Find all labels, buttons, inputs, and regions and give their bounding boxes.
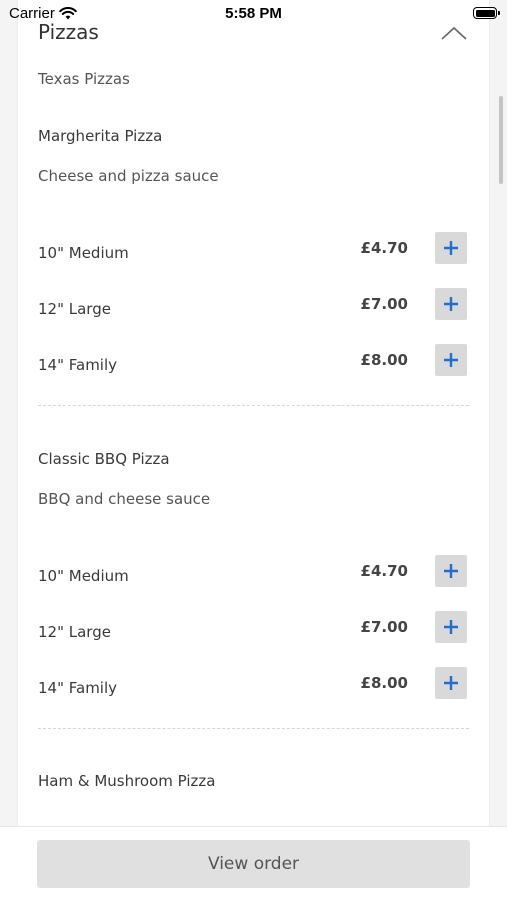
- size-price: £7.00: [360, 295, 408, 313]
- bottom-bar: View order: [0, 826, 507, 900]
- item-description: BBQ and cheese sauce: [38, 490, 211, 508]
- battery-icon: [473, 7, 500, 19]
- add-button[interactable]: [435, 555, 467, 587]
- plus-icon: [444, 564, 458, 578]
- plus-icon: [444, 676, 458, 690]
- add-button[interactable]: [435, 344, 467, 376]
- size-row: 14" Family £8.00: [38, 344, 469, 376]
- plus-icon: [444, 353, 458, 367]
- size-row: 10" Medium £4.70: [38, 555, 469, 587]
- add-button[interactable]: [435, 667, 467, 699]
- size-label: 10" Medium: [38, 567, 129, 585]
- plus-icon: [444, 297, 458, 311]
- clock: 5:58 PM: [225, 5, 282, 22]
- plus-icon: [444, 620, 458, 634]
- size-label: 10" Medium: [38, 244, 129, 262]
- add-button[interactable]: [435, 232, 467, 264]
- size-row: 10" Medium £4.70: [38, 232, 469, 264]
- size-price: £4.70: [360, 562, 408, 580]
- size-row: 14" Family £8.00: [38, 667, 469, 699]
- add-button[interactable]: [435, 288, 467, 320]
- menu-item: Margherita Pizza Cheese and pizza sauce: [38, 127, 469, 185]
- size-price: £7.00: [360, 618, 408, 636]
- add-button[interactable]: [435, 611, 467, 643]
- status-bar: Carrier 5:58 PM: [0, 0, 507, 28]
- size-row: 12" Large £7.00: [38, 288, 469, 320]
- menu-item: Classic BBQ Pizza BBQ and cheese sauce: [38, 450, 469, 508]
- plus-icon: [444, 241, 458, 255]
- chevron-up-icon[interactable]: [441, 26, 467, 40]
- size-row: 12" Large £7.00: [38, 611, 469, 643]
- item-divider: [38, 405, 469, 406]
- size-label: 12" Large: [38, 300, 111, 318]
- item-description: Cheese and pizza sauce: [38, 167, 219, 185]
- section-subtitle: Texas Pizzas: [38, 70, 130, 88]
- item-name: Classic BBQ Pizza: [38, 450, 170, 468]
- view-order-button[interactable]: View order: [37, 840, 470, 888]
- item-divider: [38, 728, 469, 729]
- size-label: 14" Family: [38, 356, 118, 374]
- item-name: Margherita Pizza: [38, 127, 163, 145]
- item-name: Ham & Mushroom Pizza: [38, 772, 216, 790]
- size-price: £4.70: [360, 239, 408, 257]
- size-label: 12" Large: [38, 623, 111, 641]
- size-label: 14" Family: [38, 679, 118, 697]
- size-price: £8.00: [360, 674, 408, 692]
- menu-item: Ham & Mushroom Pizza: [38, 772, 469, 790]
- menu-card: Pizzas Texas Pizzas Margherita Pizza Che…: [18, 0, 489, 826]
- scrollbar[interactable]: [499, 96, 503, 184]
- menu-screen: Carrier 5:58 PM Pizzas Texas Pizzas Marg…: [0, 0, 507, 900]
- size-price: £8.00: [360, 351, 408, 369]
